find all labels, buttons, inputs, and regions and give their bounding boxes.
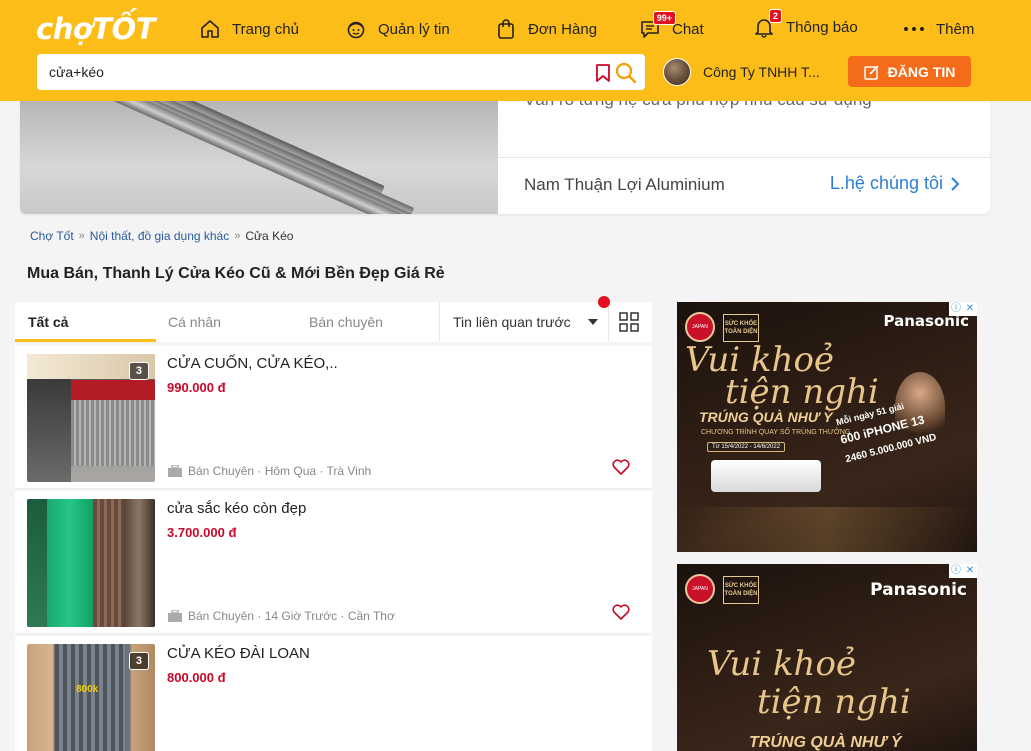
heart-icon[interactable]	[612, 459, 630, 475]
tab-all[interactable]: Tất cả	[15, 302, 156, 342]
listing-meta-text: Bán Chuyên · 14 Giờ Trước · Cần Thơ	[188, 609, 395, 623]
listing-meta: Bán Chuyên · 14 Giờ Trước · Cần Thơ	[167, 609, 395, 623]
listing-item[interactable]: 3 CỬA CUỐN, CỬA KÉO,.. 990.000 đ Bán Chu…	[15, 346, 652, 489]
banner-company-name: Nam Thuận Lợi Aluminium	[524, 175, 725, 194]
grid-view-icon[interactable]	[619, 312, 639, 332]
bag-icon	[494, 17, 518, 41]
banner-footer: Nam Thuận Lợi Aluminium L.hệ chúng tôi	[498, 158, 990, 214]
filter-tabs: Tất cả Cá nhân Bán chuyên Tin liên quan …	[15, 296, 652, 342]
ad-prize: TRÚNG QUÀ NHƯ Ý	[749, 734, 902, 751]
chotot-logo[interactable]: chợTỐT	[36, 12, 155, 46]
chevron-right-icon	[951, 176, 960, 191]
listing-meta: Bán Chuyên · Hôm Qua · Trà Vinh	[167, 464, 371, 478]
heart-icon[interactable]	[612, 604, 630, 620]
ad-brand: Panasonic	[883, 312, 969, 330]
sort-label: Tin liên quan trước	[453, 314, 571, 330]
banner-contact-label: L.hệ chúng tôi	[829, 173, 943, 193]
more-icon	[902, 17, 926, 41]
nav-more[interactable]: Thêm	[902, 14, 974, 44]
avatar	[663, 58, 691, 86]
nav-more-label: Thêm	[936, 20, 975, 38]
image-count-badge: 3	[128, 362, 149, 380]
nav-orders-label: Đơn Hàng	[528, 20, 598, 38]
search-bar	[37, 54, 645, 90]
breadcrumb-home[interactable]: Chợ Tốt	[30, 229, 74, 243]
sort-dropdown[interactable]: Tin liên quan trước	[439, 302, 609, 342]
top-header: chợTỐT Trang chủ Quản lý tin Đơn Hàng 99…	[0, 0, 1031, 101]
edit-icon	[863, 64, 879, 80]
new-indicator-dot	[598, 296, 610, 308]
shop-icon	[168, 610, 182, 622]
ad-dates: Từ 15/4/2022 - 14/6/2022	[707, 442, 786, 452]
breadcrumb-category[interactable]: Nội thất, đồ gia dụng khác	[90, 229, 229, 243]
manage-icon	[344, 17, 368, 41]
banner-contact-link[interactable]: L.hệ chúng tôi	[830, 173, 960, 194]
nav-chat[interactable]: 99+ Chat	[638, 11, 704, 44]
search-icon[interactable]	[615, 62, 637, 89]
search-input[interactable]	[37, 57, 577, 87]
nav-notifications[interactable]: 2 Thông báo	[752, 9, 858, 42]
panasonic-ad[interactable]: ⓘ ✕ JAPAN SỨC KHỎE TOÀN DIỆN Panasonic Vu…	[677, 302, 977, 552]
nav-manage-label: Quản lý tin	[378, 20, 450, 38]
ad-prize: TRÚNG QUÀ NHƯ Ý	[699, 409, 833, 425]
health-badge: SỨC KHỎE TOÀN DIỆN	[723, 576, 759, 604]
ad-choices[interactable]: ⓘ ✕	[949, 564, 977, 578]
listing-price: 3.700.000 đ	[167, 525, 237, 540]
nav-notifications-label: Thông báo	[786, 18, 858, 36]
caret-down-icon	[588, 319, 598, 325]
tab-professional[interactable]: Bán chuyên	[309, 302, 383, 342]
ad-info-icon[interactable]: ⓘ	[949, 564, 963, 578]
japan-badge: JAPAN	[685, 312, 715, 342]
listing-item[interactable]: 800k 3 CỬA KÉO ĐÀI LOAN 800.000 đ	[15, 636, 652, 751]
air-conditioner-image	[711, 460, 821, 492]
japan-badge: JAPAN	[685, 574, 715, 604]
nav-home-label: Trang chủ	[232, 20, 299, 38]
bell-icon: 2	[752, 9, 782, 39]
nav-orders[interactable]: Đơn Hàng	[494, 14, 597, 44]
home-icon	[198, 17, 222, 41]
saved-search-icon[interactable]	[595, 63, 611, 88]
nav-manage-posts[interactable]: Quản lý tin	[344, 14, 450, 44]
ad-subtitle: CHƯƠNG TRÌNH QUAY SỐ TRÚNG THƯỞNG	[701, 429, 851, 436]
breadcrumb-current: Cửa Kéo	[245, 229, 294, 243]
shop-icon	[168, 465, 182, 477]
nav-chat-label: Chat	[672, 20, 704, 38]
ad-slogan-line2: tiện nghi	[757, 682, 911, 722]
listing-title: CỬA CUỐN, CỬA KÉO,..	[167, 355, 338, 372]
listing-price: 990.000 đ	[167, 380, 226, 395]
ad-slogan-line2: tiện nghi	[725, 372, 879, 412]
listing-price: 800.000 đ	[167, 670, 226, 685]
listing-item[interactable]: cửa sắc kéo còn đẹp 3.700.000 đ Bán Chuy…	[15, 491, 652, 634]
panasonic-ad[interactable]: ⓘ ✕ JAPAN SỨC KHỎE TOÀN DIỆN Panasonic Vu…	[677, 564, 977, 751]
ad-close-icon[interactable]: ✕	[963, 564, 977, 578]
post-ad-label: ĐĂNG TIN	[887, 63, 956, 80]
user-menu[interactable]: Công Ty TNHH T...	[663, 58, 820, 86]
listing-title: cửa sắc kéo còn đẹp	[167, 500, 307, 517]
listing-thumbnail: 800k 3	[27, 644, 155, 751]
ad-brand: Panasonic	[870, 580, 967, 600]
image-price-overlay: 800k	[76, 684, 99, 695]
user-name: Công Ty TNHH T...	[703, 64, 820, 80]
chat-icon: 99+	[638, 11, 676, 41]
chat-badge: 99+	[652, 11, 676, 25]
page-title: Mua Bán, Thanh Lý Cửa Kéo Cũ & Mới Bền Đ…	[27, 265, 445, 282]
breadcrumb: Chợ Tốt » Nội thất, đồ gia dụng khác » C…	[30, 229, 294, 243]
listing-title: CỬA KÉO ĐÀI LOAN	[167, 645, 310, 662]
tab-individual[interactable]: Cá nhân	[168, 302, 221, 342]
notification-badge: 2	[768, 9, 782, 23]
health-badge: SỨC KHỎE TOÀN DIỆN	[723, 314, 759, 342]
nav-home[interactable]: Trang chủ	[198, 14, 299, 44]
image-count-badge: 3	[128, 652, 149, 670]
ad-slogan-line1: Vui khoẻ	[707, 644, 857, 684]
listing-thumbnail	[27, 499, 155, 627]
listing-thumbnail: 3	[27, 354, 155, 482]
listing-meta-text: Bán Chuyên · Hôm Qua · Trà Vinh	[188, 464, 372, 478]
post-ad-button[interactable]: ĐĂNG TIN	[848, 56, 971, 87]
